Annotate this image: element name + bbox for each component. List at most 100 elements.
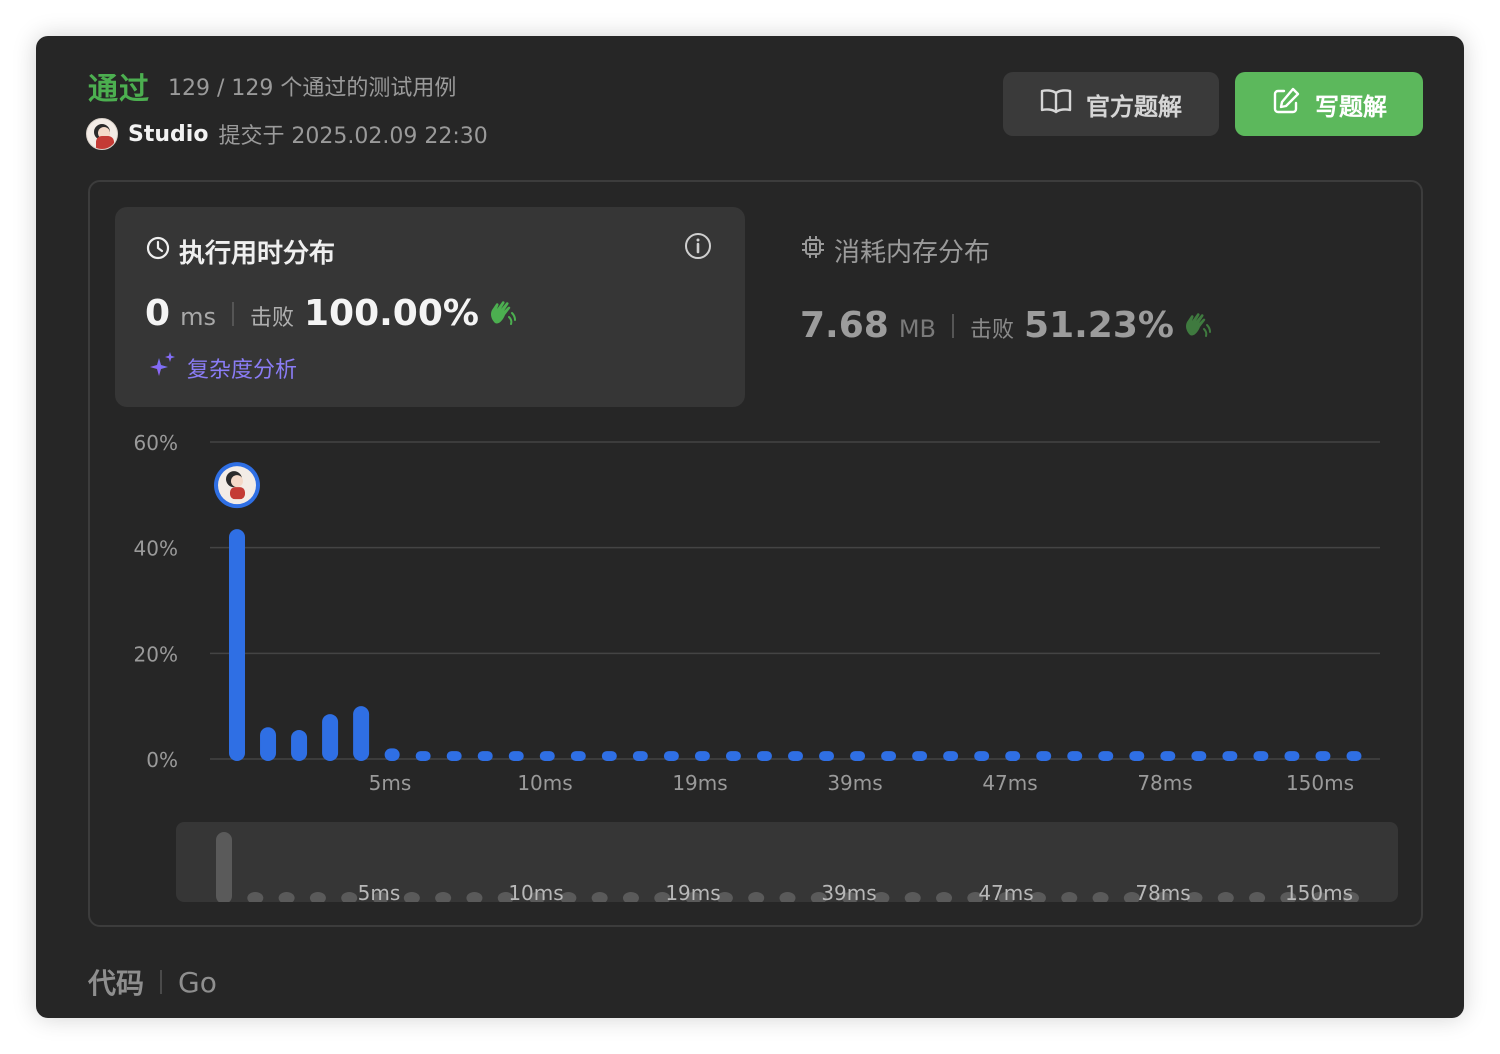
y-tick-label: 0% <box>146 748 178 772</box>
range-selector-chart[interactable]: 5ms 10ms 19ms 39ms 47ms 78ms 150ms <box>176 822 1398 902</box>
bar[interactable] <box>663 751 679 761</box>
mini-x-tick-label: 39ms <box>821 881 876 902</box>
mini-bar <box>403 892 420 902</box>
bar[interactable] <box>260 727 277 761</box>
bar[interactable] <box>912 751 928 761</box>
write-solution-label: 写题解 <box>1315 92 1387 121</box>
y-tick-label: 60% <box>134 431 178 455</box>
code-label: 代码 <box>88 967 145 1000</box>
bar[interactable] <box>788 751 803 761</box>
bar[interactable] <box>1284 751 1300 761</box>
bar[interactable] <box>1067 751 1083 761</box>
avatar[interactable] <box>86 118 118 150</box>
x-tick-label: 47ms <box>982 771 1037 795</box>
mini-x-tick-label: 78ms <box>1135 881 1190 902</box>
code-header: 代码 Go <box>88 962 217 1002</box>
edit-icon <box>1271 86 1301 122</box>
bar[interactable] <box>384 748 400 761</box>
sparkle-icon <box>147 350 177 386</box>
bar[interactable] <box>570 751 586 761</box>
runtime-unit: ms <box>180 303 216 331</box>
bar[interactable] <box>632 751 648 761</box>
memory-beat-label: 击败 <box>970 318 1015 343</box>
code-language[interactable]: Go <box>178 966 217 999</box>
bar[interactable] <box>1036 751 1052 761</box>
mini-x-tick-label: 10ms <box>508 881 563 902</box>
mini-bar <box>341 892 358 902</box>
bar[interactable] <box>881 751 897 761</box>
mini-bar <box>1217 892 1234 902</box>
info-icon[interactable] <box>683 231 713 265</box>
current-submission-avatar-marker <box>214 462 260 509</box>
complexity-analysis-link[interactable]: 复杂度分析 <box>147 350 297 386</box>
official-solution-label: 官方题解 <box>1086 92 1182 121</box>
mini-bar <box>1249 892 1266 902</box>
x-tick-label: 78ms <box>1137 771 1192 795</box>
memory-title: 消耗内存分布 <box>800 232 1212 269</box>
bar[interactable] <box>756 751 772 761</box>
memory-metrics: 7.68 MB 击败 51.23% <box>800 305 1212 346</box>
bar[interactable] <box>446 751 462 761</box>
bar[interactable] <box>1346 751 1362 761</box>
x-tick-label: 39ms <box>827 771 882 795</box>
bar[interactable] <box>415 751 431 761</box>
bar[interactable] <box>1098 751 1114 761</box>
memory-title-text: 消耗内存分布 <box>834 238 991 268</box>
x-tick-label: 150ms <box>1286 771 1354 795</box>
memory-unit: MB <box>898 315 936 343</box>
runtime-value: 0 <box>145 293 171 334</box>
bar[interactable] <box>1253 751 1269 761</box>
memory-beat-value: 51.23% <box>1024 305 1174 346</box>
submission-result-window: 通过 129 / 129 个通过的测试用例 Studio 提交于 2025.02… <box>36 36 1464 1018</box>
bar[interactable] <box>694 751 710 761</box>
bar[interactable] <box>1005 751 1021 761</box>
official-solution-button[interactable]: 官方题解 <box>1003 72 1219 136</box>
mini-bar <box>1092 892 1109 902</box>
clap-icon <box>1182 309 1212 343</box>
bar[interactable] <box>601 751 617 761</box>
bar[interactable] <box>1315 751 1331 761</box>
bar[interactable] <box>1160 751 1176 761</box>
book-icon <box>1040 87 1072 121</box>
user-name[interactable]: Studio <box>128 122 208 147</box>
bar[interactable] <box>1191 751 1207 761</box>
bar[interactable] <box>943 751 959 761</box>
mini-bar <box>309 892 326 902</box>
bar[interactable] <box>1222 751 1238 761</box>
write-solution-button[interactable]: 写题解 <box>1235 72 1423 136</box>
bar[interactable] <box>1129 751 1145 761</box>
bar[interactable] <box>477 751 493 761</box>
x-tick-label: 19ms <box>672 771 727 795</box>
submitted-time: 提交于 2025.02.09 22:30 <box>218 124 488 149</box>
runtime-title-text: 执行用时分布 <box>179 239 336 269</box>
mini-bar <box>466 892 483 902</box>
bar[interactable] <box>353 706 370 761</box>
bar[interactable] <box>539 751 555 761</box>
mini-bar <box>936 892 953 902</box>
runtime-distribution-chart[interactable]: 60% 40% 20% 0% 5ms 10ms 19ms 39ms 47ms 78ms 150ms <box>90 422 1421 812</box>
clap-icon <box>487 297 517 331</box>
clock-icon <box>145 235 171 268</box>
test-cases-count: 129 / 129 个通过的测试用例 <box>168 76 457 101</box>
bar[interactable] <box>819 751 835 761</box>
status-accepted: 通过 <box>88 72 150 107</box>
memory-card[interactable]: 消耗内存分布 7.68 MB 击败 51.23% <box>800 232 1212 346</box>
bar[interactable] <box>322 714 339 761</box>
memory-value: 7.68 <box>800 305 889 346</box>
bar[interactable] <box>974 751 990 761</box>
divider <box>952 313 954 338</box>
mini-bar <box>1061 892 1078 902</box>
mini-bar <box>779 892 796 902</box>
runtime-beat-value: 100.00% <box>303 293 479 334</box>
runtime-card[interactable]: 执行用时分布 0 ms 击败 100.00% 复杂度分析 <box>115 207 745 407</box>
mini-bar <box>216 832 232 902</box>
bar[interactable] <box>229 529 245 761</box>
runtime-title: 执行用时分布 <box>145 233 335 270</box>
bar[interactable] <box>725 751 741 761</box>
y-tick-label: 20% <box>134 642 178 666</box>
bar[interactable] <box>850 751 866 761</box>
bar[interactable] <box>291 729 308 761</box>
bar[interactable] <box>508 751 524 761</box>
mini-x-tick-label: 5ms <box>358 881 401 902</box>
divider <box>231 301 234 326</box>
